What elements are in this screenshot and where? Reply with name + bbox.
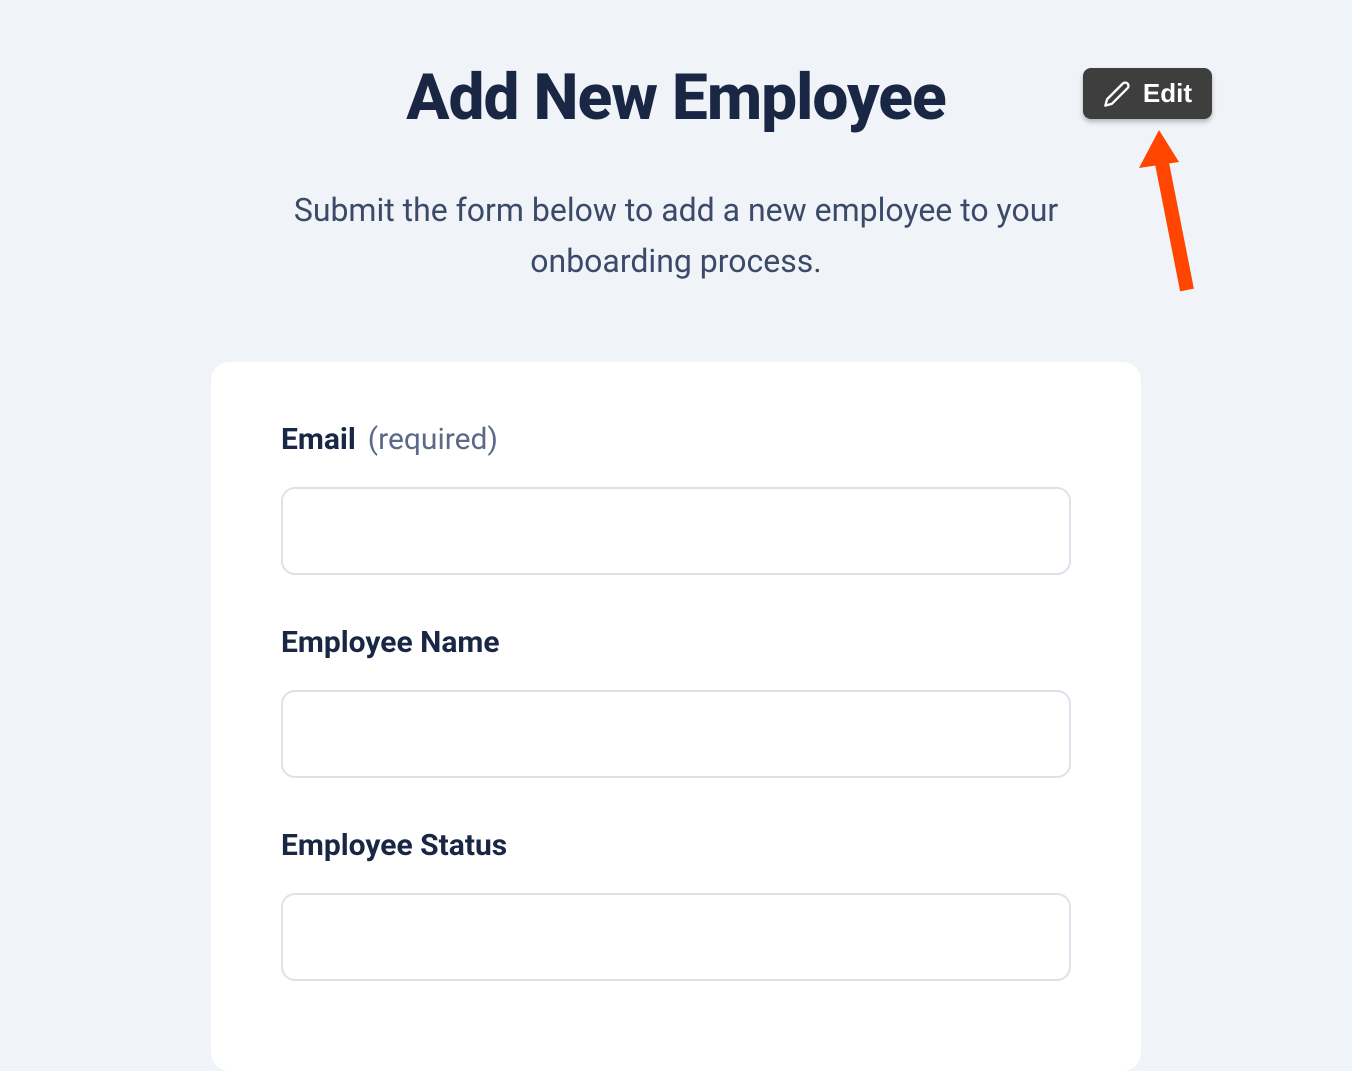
field-label-wrap: Employee Name (281, 625, 1071, 660)
edit-button-label: Edit (1143, 78, 1192, 109)
form-card: Email (required) Employee Name Employee … (211, 362, 1141, 1071)
email-input[interactable] (281, 487, 1071, 575)
page-subtitle: Submit the form below to add a new emplo… (251, 185, 1101, 287)
pencil-icon (1103, 80, 1131, 108)
form-field-email: Email (required) (281, 422, 1071, 575)
form-field-employee-name: Employee Name (281, 625, 1071, 778)
edit-button[interactable]: Edit (1083, 68, 1212, 119)
email-label: Email (281, 422, 356, 457)
employee-status-input[interactable] (281, 893, 1071, 981)
email-required-text: (required) (368, 422, 498, 457)
page-title: Add New Employee (246, 60, 1106, 135)
form-field-employee-status: Employee Status (281, 828, 1071, 981)
employee-name-input[interactable] (281, 690, 1071, 778)
employee-name-label: Employee Name (281, 625, 500, 660)
employee-status-label: Employee Status (281, 828, 507, 863)
page-container: Add New Employee Submit the form below t… (0, 0, 1352, 1071)
field-label-wrap: Email (required) (281, 422, 1071, 457)
header-section: Add New Employee Submit the form below t… (226, 60, 1126, 287)
field-label-wrap: Employee Status (281, 828, 1071, 863)
